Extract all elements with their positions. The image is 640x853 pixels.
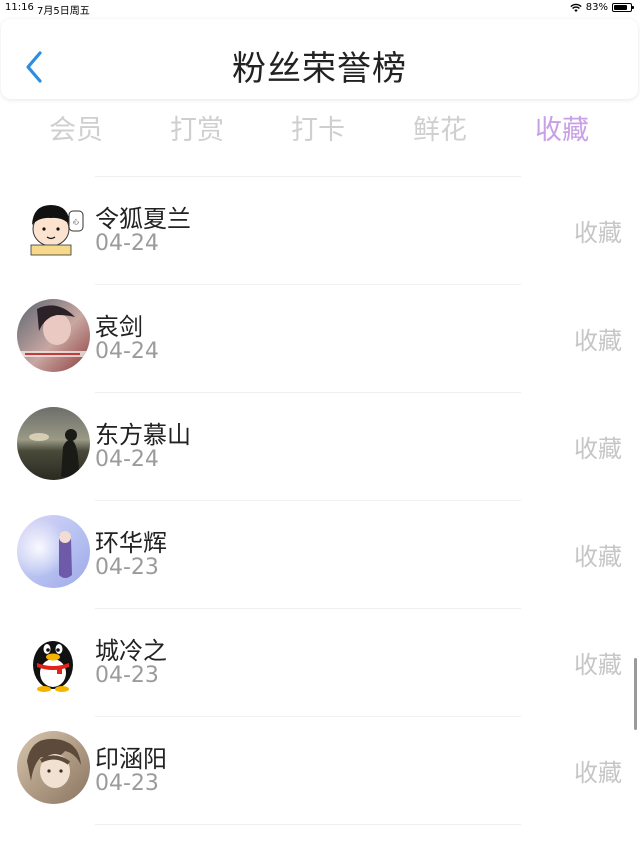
favorite-label: 收藏 xyxy=(574,651,622,679)
anime-boy-avatar-icon xyxy=(17,731,90,804)
favorite-label: 收藏 xyxy=(574,219,622,247)
avatar xyxy=(17,299,90,372)
fan-date: 04-24 xyxy=(95,447,159,472)
fan-name: 东方慕山 xyxy=(95,421,191,449)
tab-tip[interactable]: 打赏 xyxy=(152,108,242,147)
tab-favorites[interactable]: 收藏 xyxy=(517,108,607,147)
favorite-label: 收藏 xyxy=(574,435,622,463)
fan-name: 哀剑 xyxy=(95,313,143,341)
photo-avatar-icon xyxy=(17,299,90,372)
scrollbar[interactable] xyxy=(634,658,637,730)
battery-icon xyxy=(612,3,634,12)
list-item[interactable]: 印涵阳 04-23 收藏 xyxy=(0,717,640,825)
divider xyxy=(95,824,521,825)
list-item[interactable]: 哀剑 04-24 收藏 xyxy=(0,285,640,393)
fan-name: 令狐夏兰 xyxy=(95,205,191,233)
fan-date: 04-24 xyxy=(95,339,159,364)
fan-date: 04-24 xyxy=(95,231,159,256)
favorite-label: 收藏 xyxy=(574,759,622,787)
status-time: 11:16 xyxy=(5,2,34,13)
tab-flowers[interactable]: 鲜花 xyxy=(395,108,485,147)
fan-date: 04-23 xyxy=(95,555,159,580)
battery-fill xyxy=(614,5,627,10)
avatar xyxy=(17,731,90,804)
fan-name: 环华辉 xyxy=(95,529,167,557)
status-right: 83% xyxy=(570,2,634,13)
header: 粉丝荣誉榜 xyxy=(1,19,638,99)
sunset-photo-avatar-icon xyxy=(17,407,90,480)
fan-date: 04-23 xyxy=(95,663,159,688)
list-item[interactable]: 环华辉 04-23 收藏 xyxy=(0,501,640,609)
fan-date: 04-23 xyxy=(95,771,159,796)
list-item[interactable]: 城冷之 04-23 收藏 xyxy=(0,609,640,717)
qq-penguin-avatar-icon xyxy=(17,623,90,696)
tab-member[interactable]: 会员 xyxy=(31,108,121,147)
favorite-label: 收藏 xyxy=(574,543,622,571)
avatar xyxy=(17,515,90,588)
list-item[interactable]: 东方慕山 04-24 收藏 xyxy=(0,393,640,501)
avatar: 心 xyxy=(17,191,90,264)
fan-name: 印涵阳 xyxy=(95,745,167,773)
status-date: 7月5日周五 xyxy=(37,6,90,17)
avatar xyxy=(17,407,90,480)
wifi-icon xyxy=(570,3,582,12)
tab-bar: 会员 打赏 打卡 鲜花 收藏 xyxy=(0,100,640,156)
status-bar: 11:16 7月5日周五 83% xyxy=(0,0,640,18)
tab-checkin[interactable]: 打卡 xyxy=(273,108,363,147)
svg-text:心: 心 xyxy=(73,219,79,226)
anime-girl-avatar-icon xyxy=(17,515,90,588)
list-item[interactable]: 心 令狐夏兰 04-24 收藏 xyxy=(0,177,640,285)
cartoon-girl-avatar-icon: 心 xyxy=(17,191,90,264)
battery-percent: 83% xyxy=(585,2,608,13)
fan-name: 城冷之 xyxy=(95,637,167,665)
avatar xyxy=(17,623,90,696)
page-title: 粉丝荣誉榜 xyxy=(232,49,407,89)
favorite-label: 收藏 xyxy=(574,327,622,355)
